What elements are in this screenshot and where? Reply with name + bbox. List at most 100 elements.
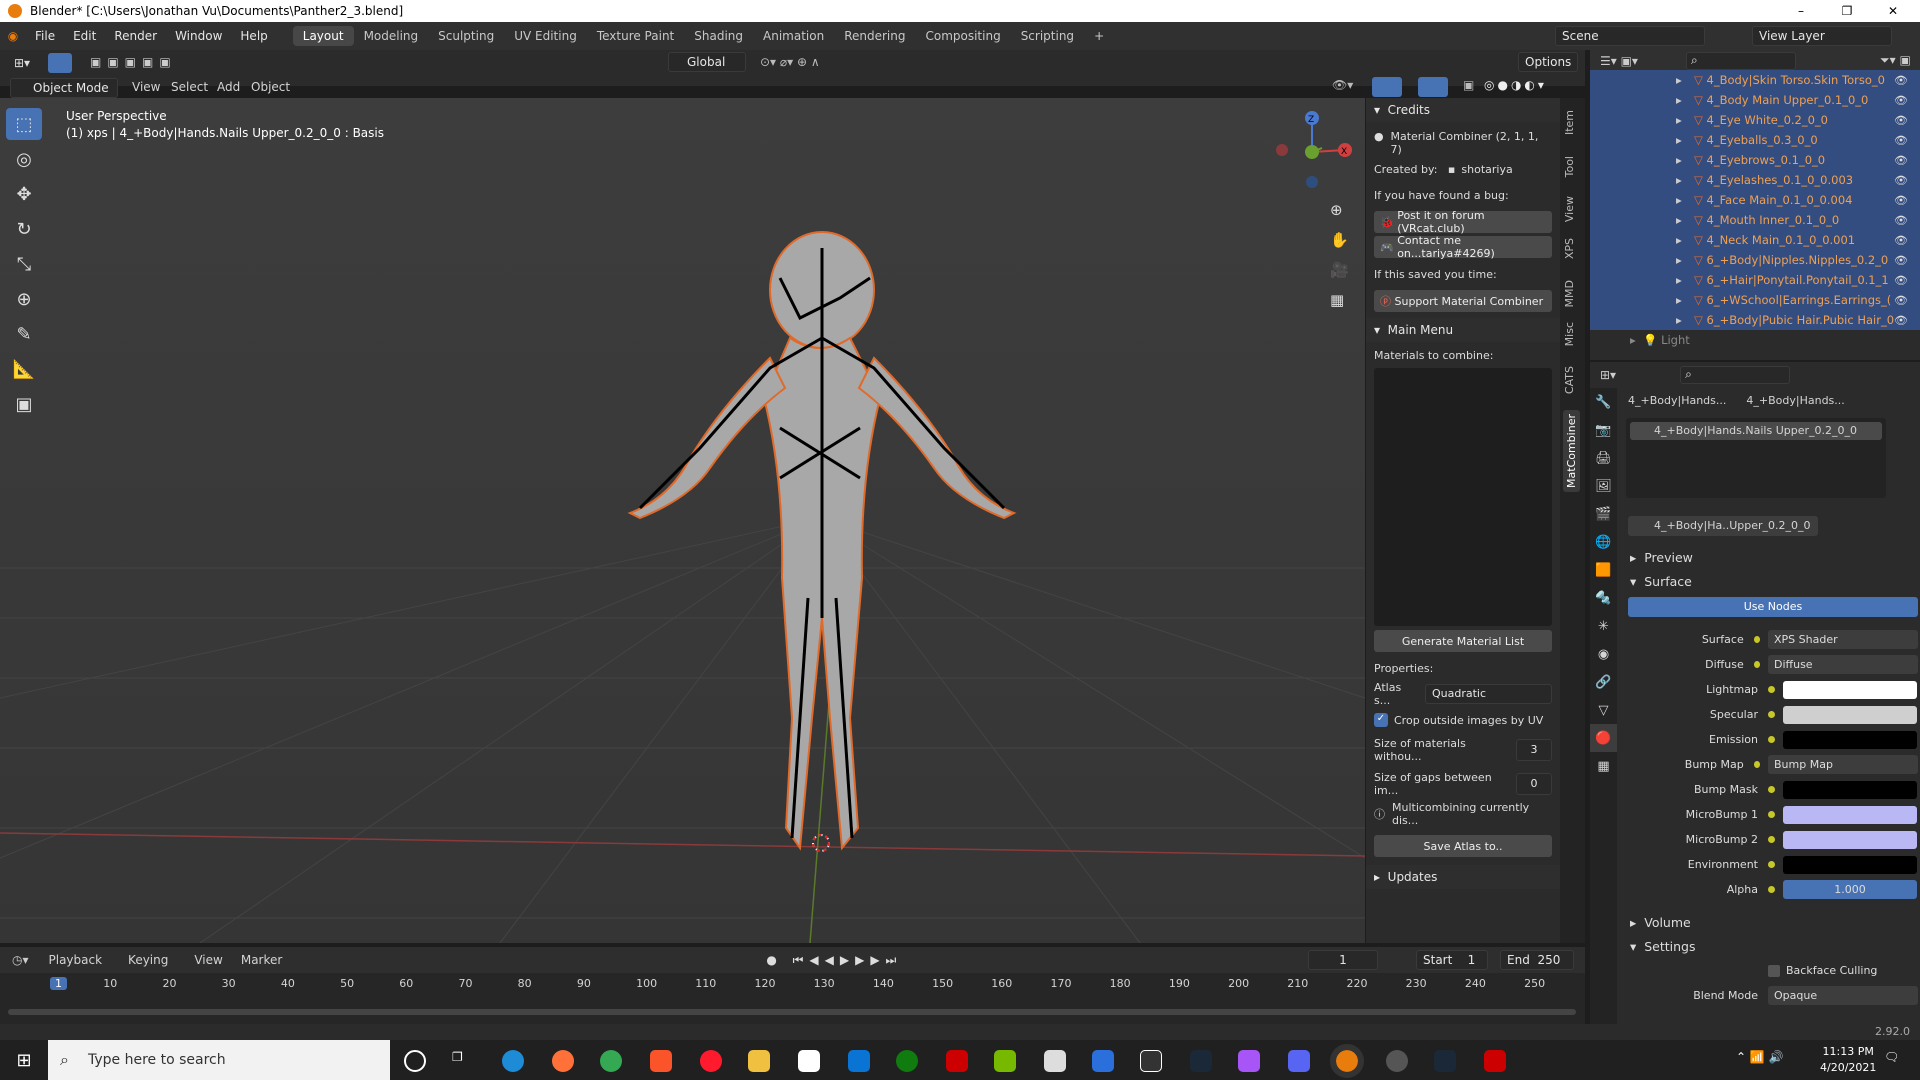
tool-props-icon[interactable]: 🔧 [1590, 388, 1617, 416]
timeline-ruler[interactable]: 1 10 20 30 40 50 60 70 80 90 100 110 120 130 140 150 160… [0, 973, 1585, 1027]
outliner-light-row[interactable]: ▸ 💡 Light [1590, 330, 1920, 350]
blender-taskbar-icon[interactable] [1330, 1044, 1364, 1078]
move-tool-icon[interactable]: ✥ [6, 178, 42, 210]
game-icon[interactable] [1238, 1050, 1260, 1072]
outliner-row[interactable]: ▸ ▽ 4_Neck Main_0.1_0_0.001 👁 [1590, 230, 1920, 250]
outliner-row[interactable]: ▸ ▽ 6_+Hair|Ponytail.Ponytail_0.1_1 👁 [1590, 270, 1920, 290]
task-view-icon[interactable]: ❐ [452, 1050, 474, 1072]
file-explorer-icon[interactable] [748, 1050, 770, 1072]
tab-misc[interactable]: Misc [1563, 322, 1576, 346]
3d-viewport[interactable]: Z X [0, 98, 1365, 943]
taskbar-search-input[interactable]: Type here to search [48, 1040, 390, 1080]
tab-mmd[interactable]: MMD [1563, 280, 1576, 307]
alpha-slider[interactable]: 1.000 [1783, 880, 1917, 899]
crop-checkbox[interactable]: ✓ [1374, 713, 1388, 727]
measure-tool-icon[interactable]: 📐 [6, 353, 42, 385]
eye-icon[interactable]: 👁 [1894, 254, 1908, 267]
color-swatch[interactable] [1783, 705, 1917, 724]
texture-props-icon[interactable]: ▦ [1590, 752, 1617, 780]
eye-icon[interactable]: 👁 [1894, 274, 1908, 287]
material-props-icon[interactable]: 🔴 [1590, 724, 1617, 752]
tab-compositing[interactable]: Compositing [915, 26, 1010, 46]
pan-hand-icon[interactable]: ✋ [1330, 225, 1349, 255]
end-frame-input[interactable]: End 250 [1500, 950, 1574, 970]
nvidia-icon[interactable] [994, 1050, 1016, 1072]
tab-layout[interactable]: Layout [292, 26, 354, 46]
eye-icon[interactable]: 👁 [1894, 94, 1908, 107]
color-swatch[interactable] [1783, 780, 1917, 799]
tab-matcombiner[interactable]: MatCombiner [1563, 410, 1580, 492]
data-props-icon[interactable]: ▽ [1590, 696, 1617, 724]
minimize-button[interactable]: – [1778, 0, 1824, 22]
expand-icon[interactable]: ▸ [1676, 113, 1682, 127]
outliner-row[interactable]: ▸ ▽ 4_Eye White_0.2_0_0 👁 [1590, 110, 1920, 130]
preview-section[interactable]: ▸ Preview [1618, 545, 1918, 569]
outliner-row[interactable]: ▸ ▽ 4_Mouth Inner_0.1_0_0 👁 [1590, 210, 1920, 230]
add-workspace-icon[interactable]: + [1084, 26, 1114, 46]
playback-controls[interactable]: ● ⏮◀◀▶▶▶⏭ [766, 953, 902, 968]
render-props-icon[interactable]: 📷 [1590, 416, 1617, 444]
physics-props-icon[interactable]: ◉ [1590, 640, 1617, 668]
tab-rendering[interactable]: Rendering [834, 26, 915, 46]
tab-item[interactable]: Item [1563, 110, 1576, 135]
gizmo-toggle-icon[interactable] [1372, 77, 1402, 97]
shader-link-field[interactable]: Diffuse [1768, 655, 1918, 674]
epic-games-icon[interactable] [1140, 1050, 1162, 1072]
color-swatch[interactable] [1783, 680, 1917, 699]
discord-icon[interactable] [1288, 1050, 1310, 1072]
ortho-grid-icon[interactable]: ▦ [1330, 285, 1349, 315]
updates-header[interactable]: ▸ Updates [1366, 865, 1560, 889]
eye-icon[interactable]: 👁 [1894, 74, 1908, 87]
tab-scripting[interactable]: Scripting [1011, 26, 1084, 46]
blend-mode-dropdown[interactable]: Opaque [1768, 986, 1918, 1005]
properties-editor-icon[interactable]: ⊞▾ [1600, 368, 1616, 382]
menu-marker[interactable]: Marker [241, 953, 282, 967]
editor-type-icon[interactable]: ⊞▾ [14, 56, 30, 70]
expand-icon[interactable]: ▸ [1676, 273, 1682, 287]
eye-icon[interactable]: 👁 [1894, 154, 1908, 167]
mail-icon[interactable] [848, 1050, 870, 1072]
eye-icon[interactable]: 👁 [1894, 134, 1908, 147]
brave-icon[interactable] [650, 1050, 672, 1072]
expand-icon[interactable]: ▸ [1676, 193, 1682, 207]
eye-icon[interactable]: 👁 [1894, 214, 1908, 227]
edge-icon[interactable] [502, 1050, 524, 1072]
select-box-icon[interactable] [48, 53, 72, 73]
expand-icon[interactable]: ▸ [1676, 313, 1682, 327]
close-button[interactable]: ✕ [1870, 0, 1916, 22]
outliner-row[interactable]: ▸ ▽ 4_Body Main Upper_0.1_0_0 👁 [1590, 90, 1920, 110]
outliner-row[interactable]: ▸ ▽ 4_Eyelashes_0.1_0_0.003 👁 [1590, 170, 1920, 190]
menu-timeline-view[interactable]: View [194, 953, 222, 967]
modifier-props-icon[interactable]: 🔩 [1590, 584, 1617, 612]
annotate-tool-icon[interactable]: ✎ [6, 318, 42, 350]
windows-start-icon[interactable]: ⊞ [0, 1050, 48, 1071]
cursor-tool-icon[interactable]: ◎ [6, 143, 42, 175]
steam-icon[interactable] [1190, 1050, 1212, 1072]
expand-icon[interactable]: ▸ [1676, 293, 1682, 307]
volume-section[interactable]: ▸ Volume [1618, 910, 1918, 934]
outliner-row[interactable]: ▸ ▽ 4_Eyeballs_0.3_0_0 👁 [1590, 130, 1920, 150]
menu-keying[interactable]: Keying [128, 953, 168, 967]
expand-icon[interactable]: ▸ [1676, 73, 1682, 87]
size-input[interactable]: 3 [1516, 739, 1552, 761]
main-menu-header[interactable]: ▾ Main Menu [1366, 318, 1560, 342]
tab-sculpting[interactable]: Sculpting [428, 26, 504, 46]
visibility-icon[interactable]: 👁▾ [1332, 78, 1353, 92]
material-slots-list[interactable]: 4_+Body|Hands.Nails Upper_0.2_0_0 [1626, 418, 1886, 498]
backface-checkbox[interactable] [1768, 964, 1780, 977]
eye-icon[interactable]: 👁 [1894, 194, 1908, 207]
credits-header[interactable]: ▾ Credits [1366, 98, 1560, 122]
add-cube-tool-icon[interactable]: ▣ [6, 388, 42, 420]
expand-icon[interactable]: ▸ [1676, 173, 1682, 187]
outliner-row[interactable]: ▸ ▽ 6_+Body|Nipples.Nipples_0.2_0 👁 [1590, 250, 1920, 270]
tab-uv-editing[interactable]: UV Editing [504, 26, 587, 46]
unity-icon[interactable] [1044, 1050, 1066, 1072]
scene-selector[interactable]: Scene [1555, 26, 1705, 46]
color-swatch[interactable] [1783, 805, 1917, 824]
save-atlas-button[interactable]: Save Atlas to.. [1374, 835, 1552, 857]
transform-tool-icon[interactable]: ⊕ [6, 283, 42, 315]
store-icon[interactable] [798, 1050, 820, 1072]
object-props-icon[interactable]: 🟧 [1590, 556, 1617, 584]
outliner-row[interactable]: ▸ ▽ 4_Eyebrows_0.1_0_0 👁 [1590, 150, 1920, 170]
constraints-props-icon[interactable]: 🔗 [1590, 668, 1617, 696]
